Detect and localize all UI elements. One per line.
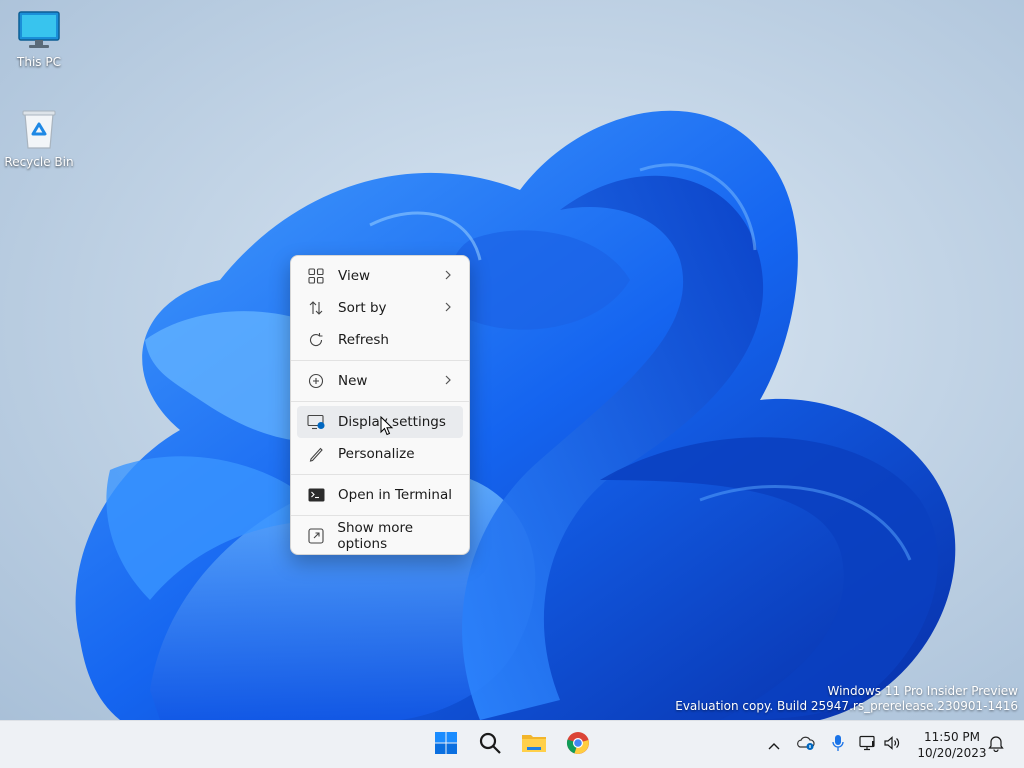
volume-icon: [883, 735, 901, 755]
menu-separator: [291, 401, 469, 402]
chrome-icon: [566, 731, 590, 759]
desktop-icon-label: This PC: [17, 55, 61, 69]
microphone-button[interactable]: [828, 735, 848, 755]
menu-item-label: View: [338, 268, 371, 284]
windows-start-icon: [434, 731, 458, 759]
display-icon: [306, 412, 326, 432]
chevron-right-icon: [443, 373, 453, 391]
mouse-cursor-icon: [380, 416, 394, 436]
sort-icon: [306, 298, 326, 318]
chevron-up-icon: [767, 736, 781, 755]
network-icon: [859, 735, 877, 755]
notifications-button[interactable]: [986, 735, 1006, 755]
clock-time: 11:50 PM: [924, 730, 980, 744]
menu-item-label: Open in Terminal: [338, 487, 452, 503]
wallpaper-bloom: [75, 110, 956, 720]
menu-item-refresh[interactable]: Refresh: [297, 324, 463, 356]
menu-item-label: Refresh: [338, 332, 389, 348]
refresh-icon: [306, 330, 326, 350]
volume-button[interactable]: [882, 735, 902, 755]
menu-item-view[interactable]: View: [297, 260, 463, 292]
onedrive-button[interactable]: [796, 735, 816, 755]
expand-icon: [306, 526, 325, 546]
menu-item-show-more-options[interactable]: Show more options: [297, 520, 463, 552]
plus-circle-icon: [306, 371, 326, 391]
chevron-right-icon: [443, 268, 453, 286]
menu-separator: [291, 474, 469, 475]
menu-item-open-in-terminal[interactable]: Open in Terminal: [297, 479, 463, 511]
grid-icon: [306, 266, 326, 286]
menu-separator: [291, 360, 469, 361]
menu-item-label: Show more options: [337, 520, 414, 552]
chrome-button[interactable]: [562, 729, 594, 761]
search-button[interactable]: [474, 729, 506, 761]
show-hidden-icons-button[interactable]: [764, 735, 784, 755]
menu-item-sort-by[interactable]: Sort by: [297, 292, 463, 324]
menu-item-label: Personalize: [338, 446, 415, 462]
search-icon: [478, 731, 502, 759]
desktop-icon-recycle-bin[interactable]: Recycle Bin: [1, 108, 77, 169]
clock-date: 10/20/2023: [917, 746, 987, 760]
microphone-icon: [831, 734, 845, 756]
desktop-context-menu: View Sort by Refresh New Display setting…: [290, 255, 470, 555]
pen-icon: [306, 444, 326, 464]
evaluation-watermark: Windows 11 Pro Insider Preview Evaluatio…: [675, 684, 1018, 714]
recycle-bin-icon: [1, 108, 77, 153]
desktop-icon-label: Recycle Bin: [4, 155, 74, 169]
chevron-right-icon: [443, 300, 453, 318]
desktop-icon-this-pc[interactable]: This PC: [1, 10, 77, 69]
start-button[interactable]: [430, 729, 462, 761]
file-explorer-button[interactable]: [518, 729, 550, 761]
file-explorer-icon: [521, 732, 547, 758]
watermark-line-1: Windows 11 Pro Insider Preview: [827, 684, 1018, 698]
bell-icon: [988, 734, 1004, 756]
menu-item-personalize[interactable]: Personalize: [297, 438, 463, 470]
taskbar: 11:50 PM 10/20/2023: [0, 720, 1024, 768]
menu-item-label: New: [338, 373, 368, 389]
menu-item-label: Sort by: [338, 300, 387, 316]
desktop[interactable]: This PC Recycle Bin Windows 11 Pro Insid…: [0, 0, 1024, 720]
menu-separator: [291, 515, 469, 516]
onedrive-icon: [796, 735, 816, 755]
network-button[interactable]: [858, 735, 878, 755]
menu-item-new[interactable]: New: [297, 365, 463, 397]
monitor-icon: [1, 10, 77, 53]
taskbar-clock[interactable]: 11:50 PM 10/20/2023: [912, 729, 992, 761]
terminal-icon: [306, 485, 326, 505]
watermark-line-2: Evaluation copy. Build 25947.rs_prerelea…: [675, 699, 1018, 713]
